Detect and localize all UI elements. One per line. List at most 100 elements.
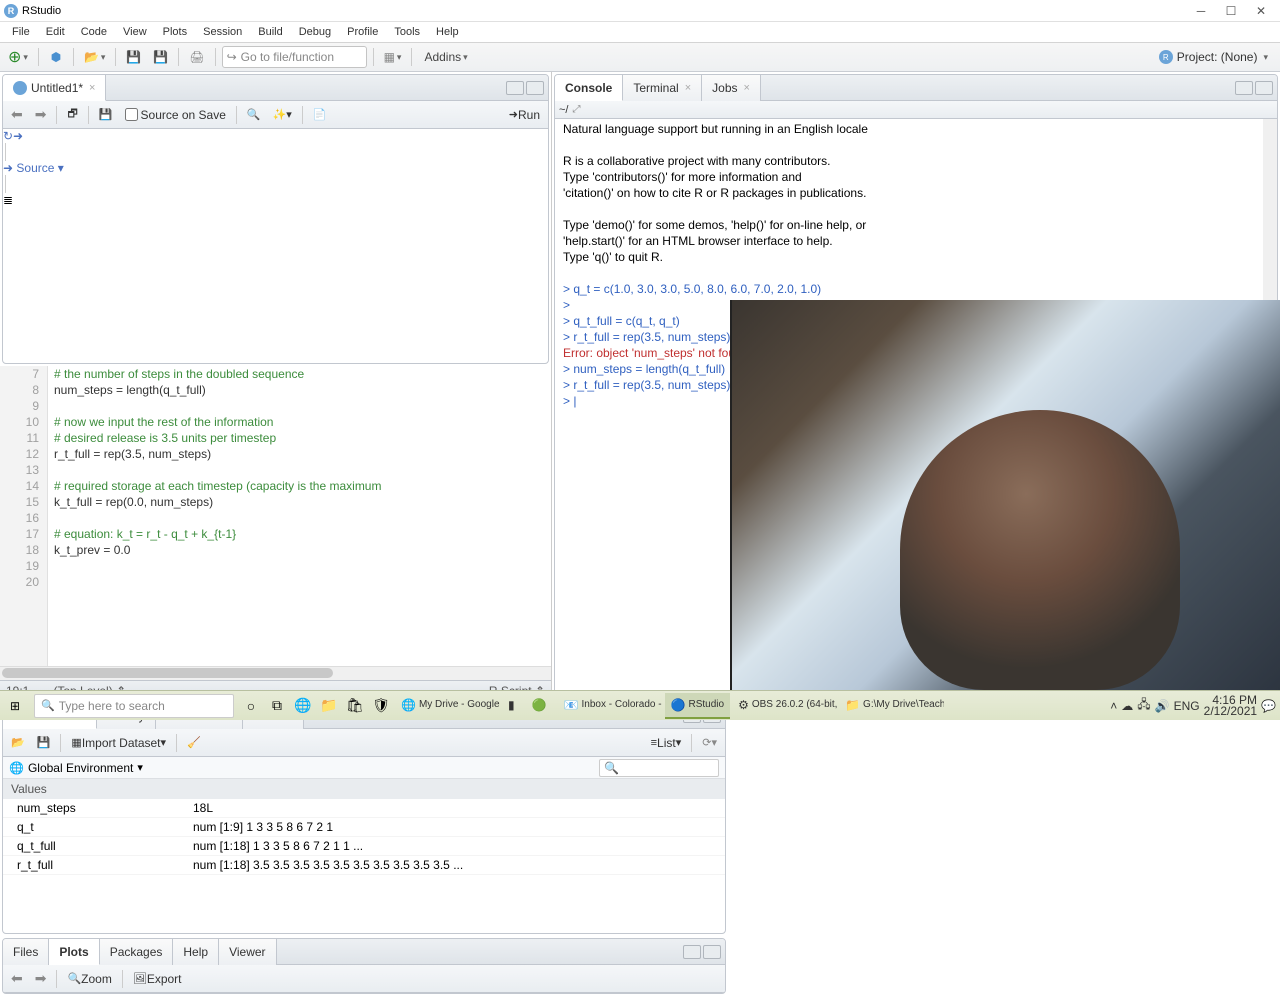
tab-files[interactable]: Files (3, 939, 49, 965)
close-button[interactable]: ✕ (1246, 4, 1276, 18)
back-icon[interactable]: ⬅ (7, 106, 27, 123)
maximize-button[interactable]: ☐ (1216, 4, 1246, 18)
taskbar-app[interactable]: 📧Inbox - Colorado - ... (558, 693, 663, 719)
new-project-button[interactable]: ⬢ (45, 46, 67, 68)
menu-view[interactable]: View (115, 24, 155, 40)
menu-help[interactable]: Help (428, 24, 467, 40)
env-row[interactable]: num_steps18L (3, 799, 725, 818)
save-workspace-icon[interactable]: 💾 (33, 733, 55, 753)
webcam-overlay (730, 300, 1280, 690)
forward-icon[interactable]: ➡ (31, 106, 51, 123)
menu-edit[interactable]: Edit (38, 24, 73, 40)
env-row[interactable]: q_t_fullnum [1:18] 1 3 3 5 8 6 7 2 1 1 .… (3, 837, 725, 856)
minimize-pane-icon[interactable] (683, 945, 701, 959)
tab-console[interactable]: Console (555, 75, 623, 101)
view-mode-button[interactable]: ≡ List ▾ (647, 733, 686, 753)
taskbar-app[interactable]: ▮ (502, 693, 524, 719)
taskbar-search[interactable]: 🔍 Type here to search (34, 694, 234, 718)
open-file-button[interactable]: 📂▾ (80, 46, 109, 68)
source-on-save-checkbox[interactable]: Source on Save (121, 105, 230, 125)
save-button[interactable]: 💾 (122, 46, 145, 68)
import-dataset-button[interactable]: ▦ Import Dataset ▾ (67, 733, 170, 753)
taskbar-app[interactable]: 🟢 (526, 693, 556, 719)
tray-volume-icon[interactable]: 🔊 (1155, 699, 1170, 713)
tab-help[interactable]: Help (173, 939, 219, 965)
task-view-icon[interactable]: ⧉ (264, 693, 290, 719)
security-icon[interactable]: 🛡 (368, 693, 394, 719)
run-button[interactable]: ➜ Run (505, 105, 544, 125)
taskbar-app[interactable]: 🔵RStudio (665, 693, 731, 719)
new-file-button[interactable]: ⊕▾ (4, 46, 32, 68)
outline-icon[interactable]: ≣ (3, 193, 548, 207)
scope-selector[interactable]: 🌐 Global Environment ▾ (9, 761, 143, 775)
project-menu[interactable]: R Project: (None) ▾ (1159, 50, 1276, 64)
taskbar-app[interactable]: ⚙OBS 26.0.2 (64-bit, ... (732, 693, 837, 719)
zoom-button[interactable]: 🔍 Zoom (63, 969, 115, 989)
tab-jobs[interactable]: Jobs× (702, 75, 761, 101)
start-button[interactable]: ⊞ (0, 691, 30, 721)
minimize-pane-icon[interactable] (1235, 81, 1253, 95)
next-plot-icon[interactable]: ➡ (31, 970, 51, 987)
explorer-icon[interactable]: 📁 (316, 693, 342, 719)
menu-code[interactable]: Code (73, 24, 115, 40)
cortana-icon[interactable]: ○ (238, 693, 264, 719)
working-dir[interactable]: ~/ (559, 104, 568, 116)
find-icon[interactable]: 🔍 (243, 105, 265, 125)
addins-menu[interactable]: Addins▾ (418, 50, 473, 64)
source-editor[interactable]: 7891011121314151617181920# the number of… (0, 366, 551, 666)
system-tray[interactable]: ˄ ☁ 🖧 🔊 ENG 4:16 PM 2/12/2021 💬 (1110, 695, 1280, 717)
store-icon[interactable]: 🛍 (342, 693, 368, 719)
menu-tools[interactable]: Tools (386, 24, 428, 40)
wd-popup-icon[interactable]: ⤢ (572, 104, 580, 115)
menu-session[interactable]: Session (195, 24, 250, 40)
source-button[interactable]: ➜ Source ▾ (3, 161, 548, 175)
tray-cloud-icon[interactable]: ☁ (1121, 699, 1133, 713)
tray-lang[interactable]: ENG (1174, 699, 1200, 713)
close-tab-icon[interactable]: × (89, 82, 95, 94)
save-all-button[interactable]: 💾 (149, 46, 172, 68)
tab-plots[interactable]: Plots (49, 939, 99, 965)
separator (73, 48, 74, 66)
wand-icon[interactable]: ✨▾ (269, 105, 296, 125)
main-toolbar: ⊕▾ ⬢ 📂▾ 💾 💾 🖨 ↪Go to file/function ▦▾ Ad… (0, 42, 1280, 72)
menu-file[interactable]: File (4, 24, 38, 40)
show-in-new-window-icon[interactable]: 🗗 (63, 105, 81, 125)
maximize-pane-icon[interactable] (526, 81, 544, 95)
load-workspace-icon[interactable]: 📂 (7, 733, 29, 753)
windows-taskbar: ⊞ 🔍 Type here to search ○ ⧉ 🌐 📁 🛍 🛡 🌐My … (0, 690, 1280, 720)
menubar: File Edit Code View Plots Session Build … (0, 22, 1280, 42)
tab-viewer[interactable]: Viewer (219, 939, 276, 965)
tray-notifications-icon[interactable]: 💬 (1261, 699, 1276, 713)
taskbar-app[interactable]: 🌐My Drive - Google ... (395, 693, 500, 719)
goto-file-input[interactable]: ↪Go to file/function (222, 46, 367, 68)
rerun-button[interactable]: ↻➜ (3, 129, 548, 143)
tray-chevron-icon[interactable]: ˄ (1110, 699, 1117, 713)
separator (215, 48, 216, 66)
minimize-button[interactable]: ─ (1186, 4, 1216, 18)
horizontal-scrollbar[interactable] (0, 666, 551, 680)
maximize-pane-icon[interactable] (703, 945, 721, 959)
prev-plot-icon[interactable]: ⬅ (7, 970, 27, 987)
minimize-pane-icon[interactable] (506, 81, 524, 95)
tab-terminal[interactable]: Terminal× (623, 75, 702, 101)
maximize-pane-icon[interactable] (1255, 81, 1273, 95)
save-icon[interactable]: 💾 (95, 105, 117, 125)
env-search[interactable]: 🔍 (599, 759, 719, 777)
menu-debug[interactable]: Debug (291, 24, 339, 40)
source-tab[interactable]: Untitled1* × (3, 75, 106, 101)
refresh-icon[interactable]: ⟳▾ (698, 733, 721, 753)
menu-plots[interactable]: Plots (155, 24, 195, 40)
env-row[interactable]: q_tnum [1:9] 1 3 3 5 8 6 7 2 1 (3, 818, 725, 837)
export-button[interactable]: 🖼 Export (129, 969, 186, 989)
menu-build[interactable]: Build (250, 24, 290, 40)
menu-profile[interactable]: Profile (339, 24, 386, 40)
taskbar-app[interactable]: 📁G:\My Drive\Teachi... (839, 693, 944, 719)
env-row[interactable]: r_t_fullnum [1:18] 3.5 3.5 3.5 3.5 3.5 3… (3, 856, 725, 875)
print-button[interactable]: 🖨 (185, 46, 208, 68)
compile-report-icon[interactable]: 📄 (309, 105, 331, 125)
grid-button[interactable]: ▦▾ (380, 46, 406, 68)
tray-network-icon[interactable]: 🖧 (1137, 695, 1150, 716)
clear-workspace-icon[interactable]: 🧹 (183, 733, 205, 753)
tab-packages[interactable]: Packages (100, 939, 174, 965)
edge-icon[interactable]: 🌐 (290, 693, 316, 719)
